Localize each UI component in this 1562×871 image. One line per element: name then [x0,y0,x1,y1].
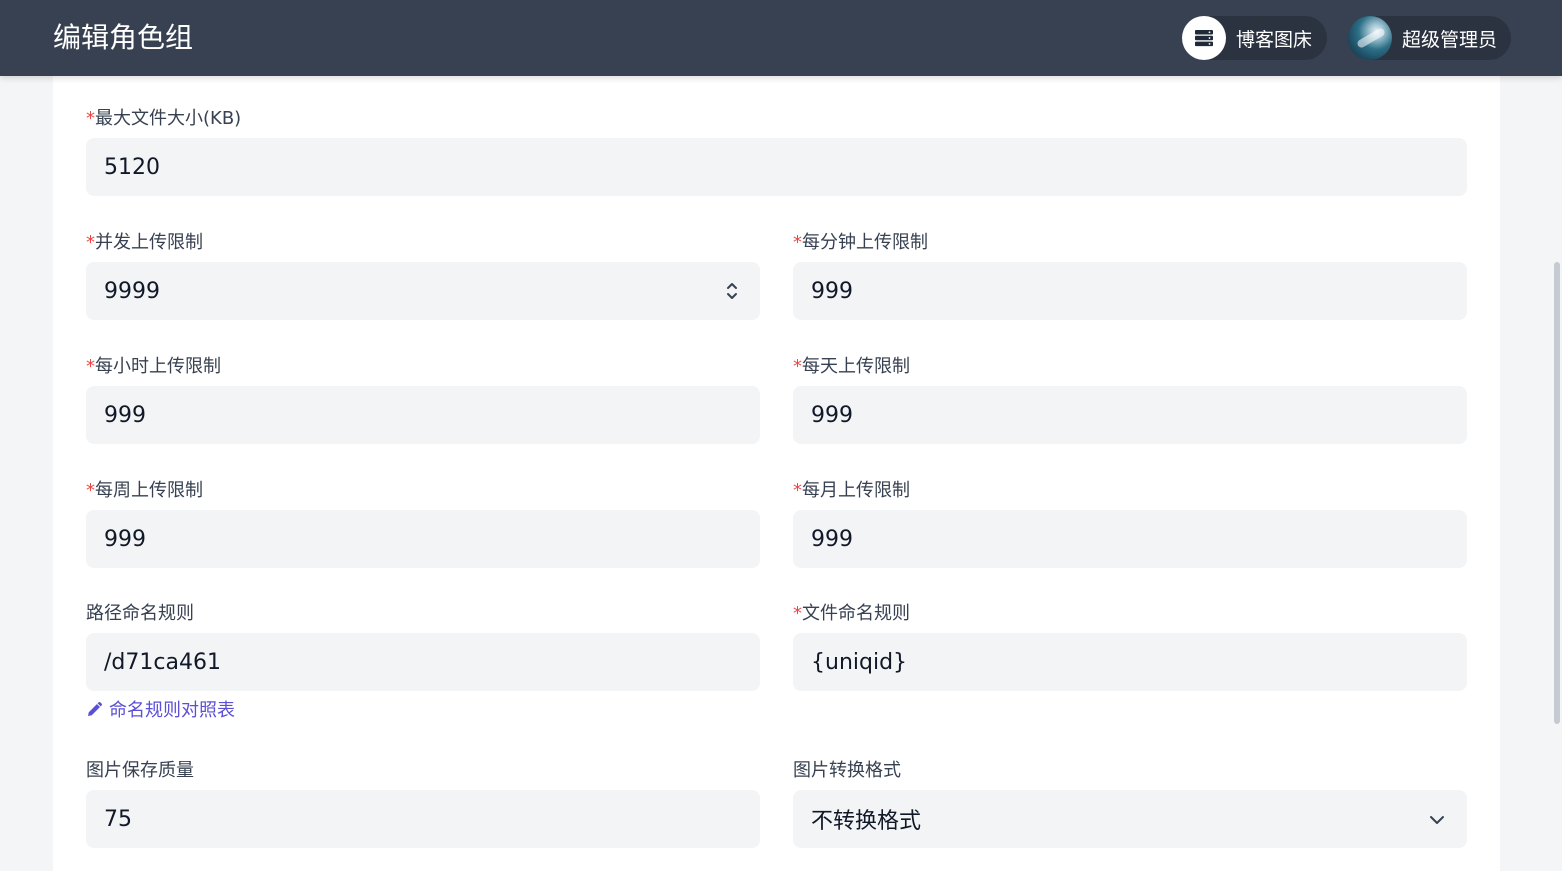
image-format-label: 图片转换格式 [793,760,901,781]
required-mark: * [86,232,95,253]
per-hour-limit-input[interactable]: 999 [86,386,760,444]
per-minute-limit-input[interactable]: 999 [793,262,1467,320]
naming-rules-link[interactable]: 命名规则对照表 [86,696,235,722]
number-stepper-icon[interactable] [726,279,738,303]
scrollbar-thumb[interactable] [1554,262,1560,724]
required-mark: * [793,232,802,253]
server-icon [1182,16,1226,60]
path-rule-input[interactable]: /d71ca461 [86,633,760,691]
avatar [1348,16,1392,60]
required-mark: * [86,108,95,129]
per-week-limit-label: *每周上传限制 [86,480,203,501]
required-mark: * [793,356,802,377]
per-hour-limit-label: *每小时上传限制 [86,356,221,377]
blog-switch-label: 博客图床 [1236,28,1313,51]
per-week-limit-input[interactable]: 999 [86,510,760,568]
image-format-select[interactable]: 不转换格式 [793,790,1467,848]
required-mark: * [793,480,802,501]
image-quality-label: 图片保存质量 [86,760,194,781]
user-name: 超级管理员 [1402,28,1498,51]
file-rule-label: *文件命名规则 [793,603,910,624]
per-day-limit-label: *每天上传限制 [793,356,910,377]
required-mark: * [86,480,95,501]
per-minute-limit-label: *每分钟上传限制 [793,232,928,253]
blog-switch-button[interactable]: 博客图床 [1182,16,1327,60]
per-month-limit-label: *每月上传限制 [793,480,910,501]
path-rule-label: 路径命名规则 [86,603,194,624]
user-menu-button[interactable]: 超级管理员 [1348,16,1511,60]
file-rule-input[interactable]: {uniqid} [793,633,1467,691]
concurrent-limit-label: *并发上传限制 [86,232,203,253]
required-mark: * [793,603,802,624]
max-file-size-label: *最大文件大小(KB) [86,108,242,129]
top-bar: 编辑角色组 博客图床 超级管理员 [0,0,1562,76]
pencil-icon [88,702,102,716]
image-quality-input[interactable]: 75 [86,790,760,848]
per-month-limit-input[interactable]: 999 [793,510,1467,568]
per-day-limit-input[interactable]: 999 [793,386,1467,444]
page-title: 编辑角色组 [53,21,194,54]
max-file-size-input[interactable]: 5120 [86,138,1467,196]
concurrent-limit-input[interactable]: 9999 [86,262,760,320]
chevron-down-icon [1430,816,1444,824]
required-mark: * [86,356,95,377]
